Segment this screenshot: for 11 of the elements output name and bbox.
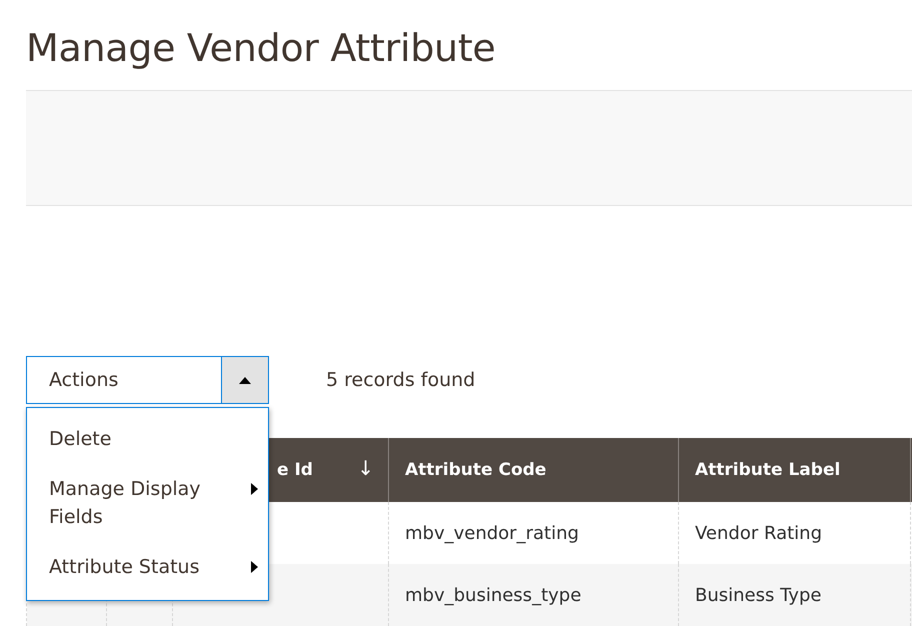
- column-header[interactable]: Attribute Code: [388, 438, 678, 502]
- column-header[interactable]: Attribute Label: [678, 438, 910, 502]
- records-count: 5 records found: [326, 369, 476, 391]
- table-cell: Vendor Rating: [678, 502, 910, 564]
- table-cell: mbv_vendor_rating: [388, 502, 678, 564]
- caret-icon: [239, 376, 251, 384]
- table-cell: mbv_business_type: [388, 564, 678, 626]
- menu-item[interactable]: Attribute Status: [27, 542, 268, 592]
- table-cell: Business Type: [678, 564, 910, 626]
- actions-dropdown[interactable]: Actions: [26, 356, 269, 404]
- page-title: Manage Vendor Attribute: [26, 25, 496, 72]
